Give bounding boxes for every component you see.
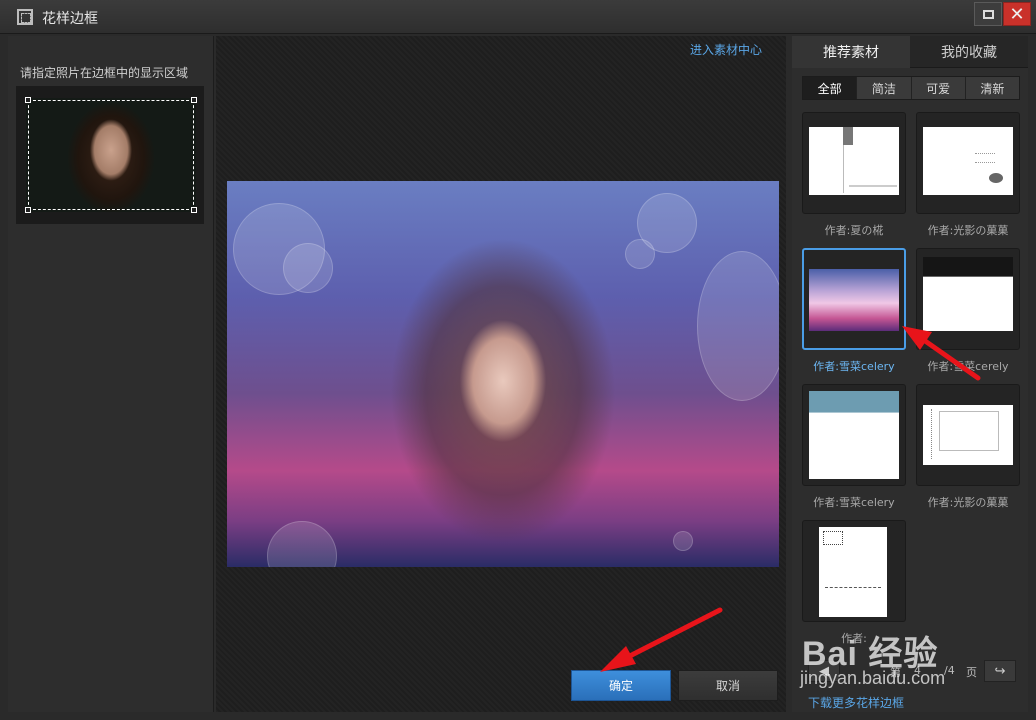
arrow-to-card	[902, 326, 981, 381]
watermark-url: jingyan.baidu.com	[800, 668, 946, 688]
baidu-jingyan-watermark: Bai 经验 jingyan.baidu.com	[798, 610, 1028, 700]
arrow-to-confirm	[600, 607, 723, 672]
